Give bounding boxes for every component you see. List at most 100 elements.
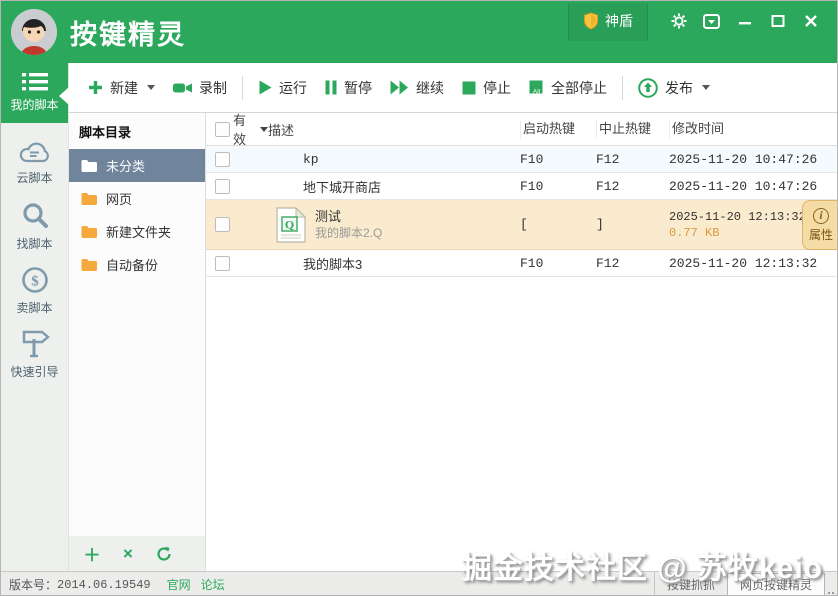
forum-link[interactable]: 论坛	[201, 576, 225, 593]
run-button[interactable]: 运行	[249, 72, 316, 104]
directory-title: 脚本目录	[79, 125, 132, 140]
minimize-icon	[738, 22, 751, 25]
script-directory-panel: 脚本目录 未分类 网页 新建文件夹 自动备份 ＋ ×	[69, 113, 206, 571]
row-checkbox[interactable]	[215, 151, 230, 167]
sidebar-item-find-scripts[interactable]: 找脚本	[1, 195, 68, 259]
info-icon: i	[813, 207, 829, 224]
start-hotkey-column-header[interactable]: 启动热键	[520, 119, 596, 139]
version-value: 2014.06.19549	[57, 577, 151, 592]
modified-time: 2025-11-20 10:47:26	[669, 178, 818, 194]
pause-label: 暂停	[344, 79, 372, 96]
user-avatar[interactable]	[11, 9, 57, 55]
publish-button[interactable]: 发布	[629, 72, 719, 104]
titlebar-right: 神盾	[568, 1, 837, 63]
sidebar-item-label: 我的脚本	[10, 98, 59, 112]
refresh-button[interactable]	[153, 543, 175, 565]
toolbar-separator	[622, 75, 623, 100]
stop-button[interactable]: 停止	[453, 72, 520, 104]
folder-label: 自动备份	[106, 258, 159, 273]
script-description: 我的脚本3	[303, 256, 363, 272]
chevron-down-icon	[147, 85, 155, 90]
minimize-button[interactable]	[728, 11, 761, 31]
stop-hotkey: F12	[596, 178, 620, 194]
add-folder-button[interactable]: ＋	[81, 543, 103, 565]
record-button[interactable]: 录制	[164, 72, 236, 104]
sidebar-item-cloud-scripts[interactable]: 云脚本	[1, 131, 68, 195]
sidebar-item-my-scripts[interactable]: 我的脚本	[1, 63, 69, 123]
camera-icon	[173, 83, 192, 92]
signpost-icon	[22, 330, 50, 358]
desc-column-header[interactable]: 描述	[268, 120, 520, 139]
new-button[interactable]: 新建	[79, 72, 164, 104]
valid-column-header[interactable]: 有效	[233, 110, 268, 148]
stop-all-button[interactable]: All 全部停止	[520, 72, 616, 104]
resume-button[interactable]: 继续	[381, 72, 453, 104]
svg-text:Q: Q	[285, 217, 294, 231]
table-row[interactable]: 地下城开商店 F10 F12 2025-11-20 10:47:26	[206, 173, 837, 200]
settings-button[interactable]	[662, 11, 695, 31]
sidebar-item-label: 卖脚本	[16, 301, 53, 315]
stop-label: 停止	[483, 79, 511, 96]
maximize-button[interactable]	[761, 11, 794, 31]
stop-icon	[462, 81, 476, 94]
desc-header-label: 描述	[268, 122, 295, 138]
folder-icon	[81, 259, 97, 271]
refresh-icon	[157, 546, 171, 561]
modified-header-label: 修改时间	[672, 121, 725, 136]
stop-all-icon: All	[529, 80, 543, 95]
close-button[interactable]	[794, 11, 827, 31]
select-all-checkbox[interactable]	[215, 121, 230, 137]
folder-webpage[interactable]: 网页	[69, 182, 205, 215]
maximize-icon	[771, 15, 784, 27]
start-hotkey: F10	[520, 255, 544, 271]
directory-empty-space	[69, 281, 205, 536]
titlebar: 按键精灵 神盾	[1, 1, 837, 63]
web-quick-macro-button[interactable]: 网页按键精灵	[726, 573, 825, 595]
script-description: kp	[303, 151, 319, 167]
folder-uncategorized[interactable]: 未分类	[69, 149, 205, 182]
shield-icon	[584, 12, 598, 30]
start-hotkey: [	[520, 217, 528, 232]
publish-icon	[638, 77, 658, 98]
resize-grip[interactable]	[827, 592, 837, 595]
delete-folder-button[interactable]: ×	[117, 543, 139, 565]
active-tab-notch	[59, 87, 69, 105]
stop-hotkey: ]	[596, 217, 604, 232]
row-checkbox[interactable]	[215, 255, 230, 271]
app-window: 按键精灵 神盾 我的脚本 云脚本 找脚本 $ 卖脚本 快速引导 新建 录制 运行…	[0, 0, 838, 596]
properties-tab[interactable]: i 属性	[802, 200, 837, 250]
table-row-selected[interactable]: Q 测试 我的脚本2.Q [ ] 2025-11-20 12:13:32 0.7…	[206, 200, 837, 250]
key-capture-button[interactable]: 按键抓抓	[653, 572, 727, 595]
stop-hotkey-column-header[interactable]: 中止热键	[596, 119, 669, 139]
table-row[interactable]: kp F10 F12 2025-11-20 10:47:26	[206, 146, 837, 173]
search-icon	[22, 203, 48, 228]
modified-column-header[interactable]: 修改时间	[669, 119, 837, 139]
row-checkbox[interactable]	[215, 217, 230, 232]
folder-auto-backup[interactable]: 自动备份	[69, 248, 205, 281]
version-label: 版本号：	[9, 578, 58, 592]
table-row[interactable]: 我的脚本3 F10 F12 2025-11-20 12:13:32	[206, 250, 837, 277]
statusbar: 版本号： 2014.06.19549 官网 论坛 按键抓抓 网页按键精灵	[1, 571, 837, 595]
plus-icon	[89, 81, 102, 94]
tray-icon	[703, 13, 720, 29]
sidebar-item-quick-guide[interactable]: 快速引导	[1, 323, 68, 387]
list-icon	[21, 73, 48, 91]
row-checkbox[interactable]	[215, 178, 230, 194]
resume-label: 继续	[416, 79, 444, 96]
valid-header-label: 有效	[233, 113, 247, 147]
folder-icon	[81, 160, 97, 172]
new-label: 新建	[110, 79, 138, 96]
pause-button[interactable]: 暂停	[316, 72, 381, 104]
stop-all-label: 全部停止	[551, 79, 607, 96]
official-site-link[interactable]: 官网	[167, 576, 191, 593]
minimize-to-tray-button[interactable]	[695, 11, 728, 31]
sidebar-item-sell-scripts[interactable]: $ 卖脚本	[1, 259, 68, 323]
dollar-icon: $	[21, 267, 48, 293]
folder-new-folder[interactable]: 新建文件夹	[69, 215, 205, 248]
folder-label: 未分类	[106, 159, 146, 174]
start-hotkey-header-label: 启动热键	[523, 121, 576, 136]
folder-icon	[81, 193, 97, 205]
shield-button[interactable]: 神盾	[568, 3, 648, 41]
chevron-down-icon	[260, 126, 268, 132]
toolbar-separator	[242, 75, 243, 100]
